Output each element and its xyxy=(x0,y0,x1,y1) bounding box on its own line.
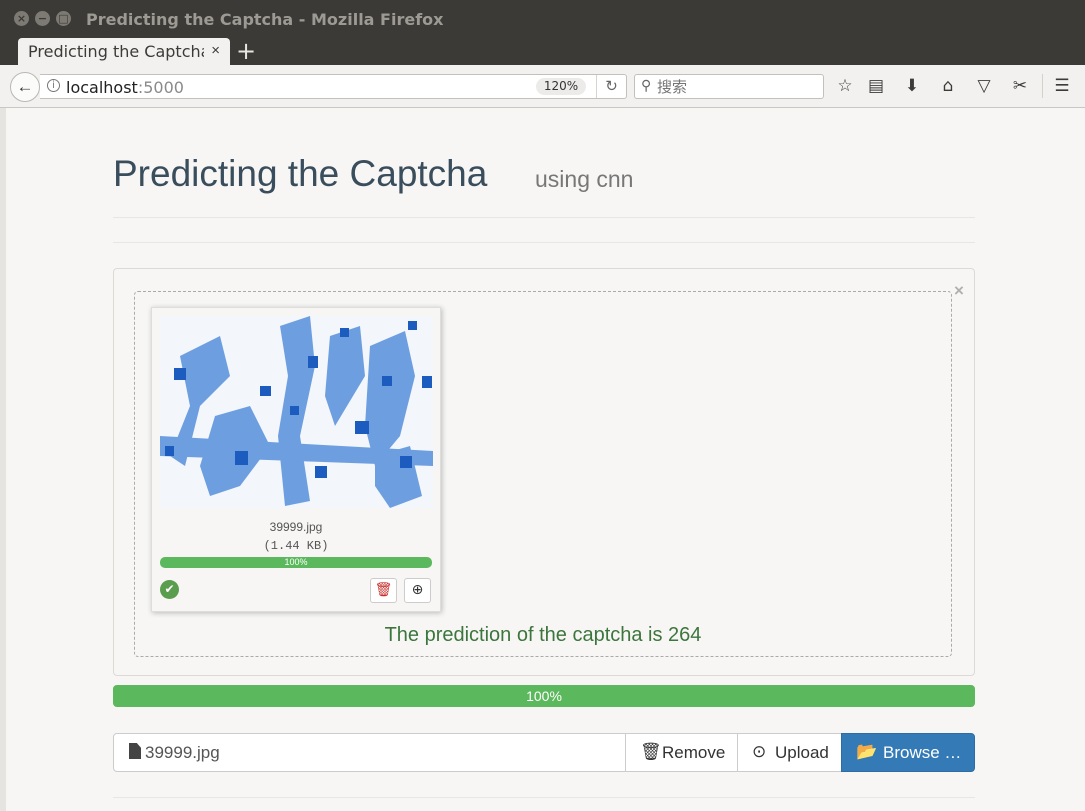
remove-button-label: Remove xyxy=(662,743,726,762)
new-tab-icon[interactable]: + xyxy=(236,38,256,65)
file-caption[interactable]: 39999.jpg xyxy=(113,733,626,772)
window-close-icon[interactable]: × xyxy=(14,11,29,26)
trash-icon: 🗑 xyxy=(640,742,662,762)
divider xyxy=(113,797,975,798)
thumbnail-progress-bar: 100% xyxy=(160,557,432,568)
reading-list-icon[interactable]: ▤ xyxy=(864,74,888,98)
browse-button-label: Browse … xyxy=(883,743,962,762)
upload-success-icon: ✔ xyxy=(160,580,179,599)
thumbnail-file-size: (1.44 KB) xyxy=(263,539,329,553)
back-button[interactable]: ← xyxy=(10,72,40,102)
zoom-indicator[interactable]: 120% xyxy=(536,78,586,95)
search-icon: ⚲ xyxy=(641,77,652,93)
home-icon[interactable]: ⌂ xyxy=(936,74,960,98)
site-info-icon[interactable]: i xyxy=(47,79,60,92)
divider xyxy=(113,217,975,218)
page-left-edge xyxy=(0,108,6,811)
file-drop-zone[interactable]: 39999.jpg (1.44 KB) 100% ✔ 🗑 ⊕ The predi… xyxy=(134,291,952,657)
reload-icon[interactable]: ↻ xyxy=(596,75,626,98)
url-port: :5000 xyxy=(137,78,184,97)
page-title: Predicting the Captcha xyxy=(113,153,488,194)
remove-button[interactable]: 🗑 Remove xyxy=(625,733,738,772)
tab-strip: Predicting the Captcha × + xyxy=(0,38,1085,65)
pocket-icon[interactable]: ▽ xyxy=(972,74,996,98)
tab-label: Predicting the Captcha xyxy=(28,42,204,61)
prediction-result: The prediction of the captcha is 264 xyxy=(384,624,702,646)
file-thumbnail: 39999.jpg (1.44 KB) 100% ✔ 🗑 ⊕ xyxy=(151,307,441,612)
zoom-in-icon: ⊕ xyxy=(411,582,424,598)
upload-button-label: Upload xyxy=(775,743,829,762)
divider xyxy=(113,242,975,243)
panel-close-icon[interactable]: × xyxy=(954,281,964,301)
search-bar[interactable]: ⚲ xyxy=(634,74,824,99)
window-title: Predicting the Captcha - Mozilla Firefox xyxy=(86,10,444,29)
file-icon xyxy=(129,743,141,759)
thumbnail-file-name: 39999.jpg xyxy=(269,520,323,534)
browse-button[interactable]: 📂 Browse … xyxy=(841,733,975,772)
folder-open-icon: 📂 xyxy=(856,742,878,762)
screenshot-icon[interactable]: ✂ xyxy=(1008,74,1032,98)
tab-close-icon[interactable]: × xyxy=(211,42,220,59)
page-content: Predicting the Captcha using cnn × 39999… xyxy=(0,108,1085,811)
window-minimize-icon[interactable]: − xyxy=(35,11,50,26)
search-input[interactable] xyxy=(657,77,817,96)
trash-icon: 🗑 xyxy=(374,582,393,598)
file-input-group: 39999.jpg 🗑 Remove ⊙ Upload 📂 Browse … xyxy=(113,733,975,772)
remove-file-button[interactable]: 🗑 xyxy=(370,578,397,603)
bookmark-star-icon[interactable]: ☆ xyxy=(833,74,857,98)
downloads-icon[interactable]: ⬇ xyxy=(900,74,924,98)
upload-button[interactable]: ⊙ Upload xyxy=(737,733,842,772)
upload-icon: ⊙ xyxy=(752,742,767,762)
window-titlebar: × − □ Predicting the Captcha - Mozilla F… xyxy=(0,0,1085,38)
menu-icon[interactable]: ☰ xyxy=(1050,74,1074,98)
toolbar-separator xyxy=(1042,74,1043,98)
page-subtitle: using cnn xyxy=(535,166,634,192)
zoom-file-button[interactable]: ⊕ xyxy=(404,578,431,603)
tab-active[interactable]: Predicting the Captcha × xyxy=(18,38,230,65)
url-bar[interactable]: i localhost:5000 120% ↻ xyxy=(40,74,627,99)
upload-progress-bar: 100% xyxy=(113,685,975,707)
file-caption-text: 39999.jpg xyxy=(145,743,220,762)
file-preview-panel: × 39999.jpg (1.44 KB) 100% ✔ 🗑 ⊕ The pre… xyxy=(113,268,975,676)
window-maximize-icon[interactable]: □ xyxy=(56,11,71,26)
url-text: localhost:5000 xyxy=(66,78,184,97)
url-host: localhost xyxy=(66,78,138,97)
captcha-image xyxy=(160,316,433,508)
